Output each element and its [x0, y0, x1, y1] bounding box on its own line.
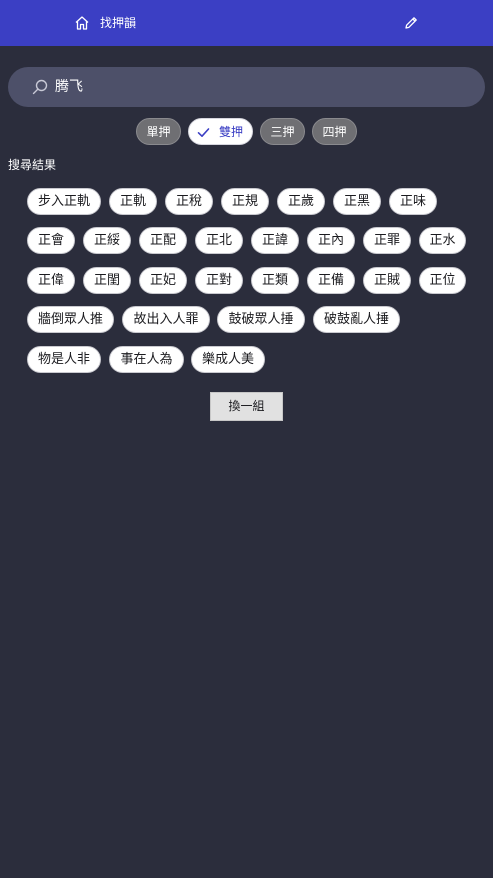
result-chip[interactable]: 正類 — [251, 267, 299, 294]
result-chip[interactable]: 正諱 — [251, 227, 299, 254]
mode-label: 四押 — [322, 125, 347, 139]
result-chip[interactable]: 事在人為 — [109, 346, 184, 373]
result-chip[interactable]: 牆倒眾人推 — [27, 306, 114, 333]
search-box[interactable]: 腾飞 — [8, 67, 485, 107]
result-chip[interactable]: 故出入人罪 — [122, 306, 210, 333]
result-chip[interactable]: 正歲 — [277, 188, 325, 215]
refresh-button[interactable]: 換一組 — [210, 392, 283, 421]
mode-label: 雙押 — [219, 125, 244, 139]
home-icon[interactable] — [74, 15, 90, 31]
pencil-icon[interactable] — [403, 15, 419, 31]
result-chip[interactable]: 正備 — [307, 267, 355, 294]
result-chip[interactable]: 正味 — [389, 188, 437, 215]
mode-chip-triple[interactable]: 三押 — [260, 118, 305, 145]
mode-chip-quadruple[interactable]: 四押 — [312, 118, 357, 145]
result-chip[interactable]: 鼓破眾人捶 — [217, 306, 305, 333]
mode-label: 三押 — [270, 125, 295, 139]
result-chip[interactable]: 正賊 — [363, 267, 411, 294]
search-input[interactable]: 腾飞 — [55, 77, 83, 97]
result-chip[interactable]: 破鼓亂人捶 — [313, 306, 400, 333]
result-chip[interactable]: 樂成人美 — [191, 346, 265, 373]
app-title: 找押韻 — [100, 16, 137, 30]
result-chip[interactable]: 正配 — [139, 227, 187, 254]
result-chip[interactable]: 正位 — [419, 267, 466, 294]
result-chip[interactable]: 正綏 — [83, 227, 131, 254]
result-chip[interactable]: 正會 — [27, 227, 75, 254]
result-chip[interactable]: 正北 — [195, 227, 243, 254]
result-chip[interactable]: 物是人非 — [27, 346, 101, 373]
result-chip[interactable]: 正軌 — [109, 188, 157, 215]
result-chip[interactable]: 正罪 — [363, 227, 411, 254]
result-chip[interactable]: 正水 — [419, 227, 466, 254]
app-bar: 找押韻 — [0, 0, 493, 46]
search-icon — [32, 79, 48, 95]
result-chip[interactable]: 正稅 — [165, 188, 213, 215]
result-chip[interactable]: 正內 — [307, 227, 355, 254]
result-chip[interactable]: 正妃 — [139, 267, 187, 294]
mode-chip-double[interactable]: 雙押 — [188, 118, 253, 145]
result-chip[interactable]: 步入正軌 — [27, 188, 101, 215]
result-chip[interactable]: 正閨 — [83, 267, 131, 294]
result-chip[interactable]: 正偉 — [27, 267, 75, 294]
mode-chip-single[interactable]: 單押 — [136, 118, 181, 145]
results-heading: 搜尋結果 — [8, 158, 57, 172]
mode-label: 單押 — [146, 125, 171, 139]
result-chip[interactable]: 正黑 — [333, 188, 381, 215]
rhyme-mode-group: 單押 雙押 三押 四押 — [0, 118, 493, 146]
check-icon — [197, 128, 210, 137]
result-chip[interactable]: 正規 — [221, 188, 269, 215]
result-chip[interactable]: 正對 — [195, 267, 243, 294]
